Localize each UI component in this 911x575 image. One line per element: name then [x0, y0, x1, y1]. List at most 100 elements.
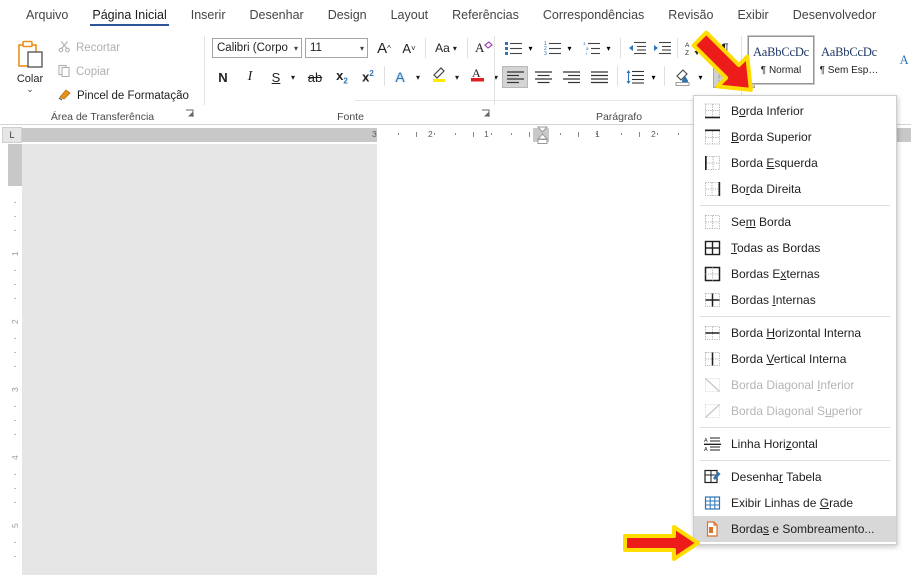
menu-item-desenhar-tabela[interactable]: Desenhar Tabela [694, 464, 896, 490]
vruler-dot [14, 474, 16, 475]
vruler-dot [14, 352, 16, 353]
highlight-icon [430, 65, 448, 86]
menu-separator-3 [700, 427, 890, 428]
clipboard-dialog-launcher[interactable] [183, 109, 195, 121]
align-center-button[interactable] [530, 66, 556, 88]
increase-indent-button[interactable] [651, 38, 673, 58]
align-left-button[interactable] [502, 66, 528, 88]
highlight-dropdown[interactable]: ▾ [450, 66, 464, 88]
tab-stop-selector-button[interactable]: L [2, 127, 22, 143]
horizontal-line-icon: A A [702, 435, 722, 453]
italic-button[interactable]: I [239, 66, 261, 88]
text-effects-dropdown[interactable]: ▾ [411, 66, 425, 88]
numbering-button[interactable]: 123 [541, 38, 563, 58]
change-case-button[interactable]: Aa ▾ [430, 37, 462, 59]
chevron-down-icon[interactable]: ▾ [360, 44, 364, 53]
tab-referencias[interactable]: Referências [440, 0, 531, 30]
borders-dropdown-menu[interactable]: Borda Inferior Borda Superior Borda Esqu… [693, 95, 897, 545]
menu-item-bordas-e-sombreamento[interactable]: Bordas e Sombreamento... [694, 516, 896, 542]
tab-correspondencias[interactable]: Correspondências [531, 0, 656, 30]
par-sep-2 [677, 38, 678, 58]
tab-desenvolvedor[interactable]: Desenvolvedor [781, 0, 888, 30]
hruler-dash [639, 132, 640, 137]
decrease-indent-button[interactable] [626, 38, 648, 58]
font-size-input[interactable]: 11 ▾ [305, 38, 368, 58]
bold-button[interactable]: N [212, 66, 234, 88]
menu-item-borda-diagonal-superior: Borda Diagonal Superior [694, 398, 896, 424]
multilevel-list-button[interactable]: 1ai [580, 38, 602, 58]
menu-item-linha-horizontal[interactable]: A A Linha Horizontal [694, 431, 896, 457]
group-separator-2 [494, 36, 495, 105]
shrink-font-button[interactable]: A ˅ [397, 37, 421, 59]
menu-separator-2 [700, 316, 890, 317]
font-color-icon: A [469, 65, 487, 86]
draw-table-icon [702, 468, 722, 486]
menu-item-label: Bordas e Sombreamento... [731, 522, 875, 536]
line-spacing-button[interactable] [623, 66, 647, 88]
tab-revisao[interactable]: Revisão [656, 0, 725, 30]
clear-formatting-button[interactable]: A [472, 37, 496, 59]
strikethrough-icon: ab [307, 69, 323, 85]
hruler-tick-3: 3 [372, 129, 377, 139]
highlight-button[interactable] [428, 64, 450, 86]
vruler-dot [14, 298, 16, 299]
font-dialog-launcher[interactable] [479, 109, 491, 121]
cut-button[interactable]: Recortar [58, 40, 120, 56]
hruler-page-left [377, 128, 533, 142]
tab-layout[interactable]: Layout [379, 0, 441, 30]
tab-exibir[interactable]: Exibir [725, 0, 780, 30]
tab-arquivo[interactable]: Arquivo [14, 0, 80, 30]
menu-item-borda-superior[interactable]: Borda Superior [694, 124, 896, 150]
justify-button[interactable] [586, 66, 612, 88]
underline-dropdown[interactable]: ▾ [286, 66, 300, 88]
underline-button[interactable]: S [265, 66, 287, 88]
numbering-dropdown[interactable]: ▾ [563, 38, 576, 58]
font-sep-1 [425, 38, 426, 58]
menu-item-borda-vertical-interna[interactable]: Borda Vertical Interna [694, 346, 896, 372]
hruler-tick-r2: 2 [651, 129, 656, 139]
menu-item-borda-horizontal-interna[interactable]: Borda Horizontal Interna [694, 320, 896, 346]
grow-font-button[interactable]: A ^ [372, 37, 396, 59]
paste-button[interactable]: Colar ⌄ [8, 36, 52, 100]
chevron-down-icon[interactable]: ▾ [294, 44, 298, 53]
ribbon-tab-bar: Arquivo Página Inicial Inserir Desenhar … [0, 0, 911, 30]
style-sem-espacamento[interactable]: AaBbCcDc ¶ Sem Esp… [816, 36, 882, 84]
text-effects-button[interactable]: A [389, 66, 411, 88]
indent-markers[interactable] [536, 126, 549, 144]
subscript-button[interactable]: x2 [330, 66, 354, 88]
bullets-button[interactable] [502, 38, 524, 58]
strikethrough-button[interactable]: ab [303, 66, 327, 88]
tab-desenhar[interactable]: Desenhar [237, 0, 315, 30]
vruler-dot [14, 542, 16, 543]
line-spacing-dropdown[interactable]: ▾ [647, 66, 660, 88]
outside-borders-icon [702, 265, 722, 283]
vruler-dot [14, 202, 16, 203]
tab-pagina-inicial[interactable]: Página Inicial [80, 0, 178, 30]
bullets-dropdown[interactable]: ▾ [524, 38, 537, 58]
border-left-icon [702, 154, 722, 172]
font-color-button[interactable]: A [467, 64, 489, 86]
tab-design[interactable]: Design [316, 0, 379, 30]
menu-item-todas-as-bordas[interactable]: Todas as Bordas [694, 235, 896, 261]
font-name-input[interactable]: Calibri (Corpo ▾ [212, 38, 302, 58]
menu-item-borda-inferior[interactable]: Borda Inferior [694, 98, 896, 124]
menu-item-sem-borda[interactable]: Sem Borda [694, 209, 896, 235]
menu-item-borda-esquerda[interactable]: Borda Esquerda [694, 150, 896, 176]
menu-item-borda-direita[interactable]: Borda Direita [694, 176, 896, 202]
cut-label: Recortar [76, 42, 121, 54]
format-painter-button[interactable]: Pincel de Formatação [58, 88, 189, 104]
vertical-ruler[interactable]: 1 2 3 4 5 6 [0, 144, 22, 575]
tab-inserir[interactable]: Inserir [179, 0, 238, 30]
menu-item-bordas-externas[interactable]: Bordas Externas [694, 261, 896, 287]
align-right-button[interactable] [558, 66, 584, 88]
paste-caret-icon[interactable]: ⌄ [8, 85, 52, 94]
multilevel-list-dropdown[interactable]: ▾ [602, 38, 615, 58]
superscript-button[interactable]: x2 [356, 66, 380, 88]
menu-item-bordas-internas[interactable]: Bordas Internas [694, 287, 896, 313]
inside-borders-icon [702, 291, 722, 309]
copy-button[interactable]: Copiar [58, 64, 110, 80]
vruler-tick-2: 2 [10, 319, 20, 324]
menu-item-exibir-linhas-de-grade[interactable]: Exibir Linhas de Grade [694, 490, 896, 516]
vruler-tick-1: 1 [10, 251, 20, 256]
style-titulo[interactable]: A [884, 36, 911, 84]
